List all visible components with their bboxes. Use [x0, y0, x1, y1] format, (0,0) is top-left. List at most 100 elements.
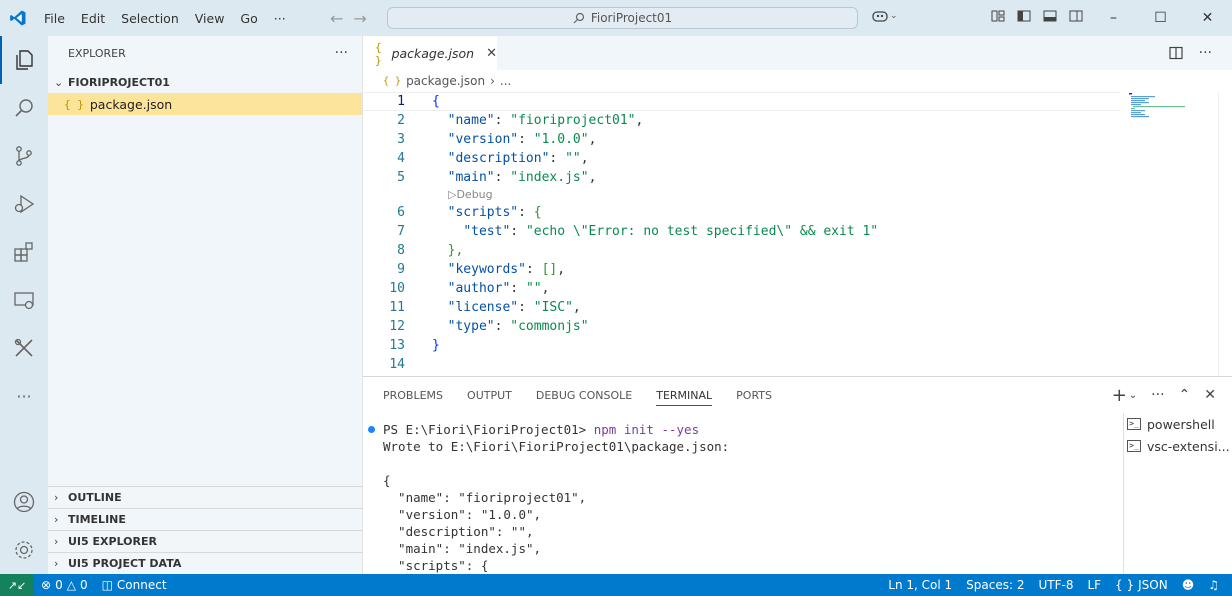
remote-indicator[interactable]: ↗↙ — [0, 574, 34, 596]
json-key: "description" — [447, 151, 550, 166]
section-outline[interactable]: › OUTLINE — [48, 486, 363, 508]
terminal-item-label: vsc-extensi... — [1147, 438, 1230, 454]
split-editor-icon[interactable] — [1169, 46, 1183, 60]
forward-arrow-icon[interactable]: → — [353, 9, 366, 28]
status-bar-right: Ln 1, Col 1 Spaces: 2 UTF-8 LF { } JSON … — [881, 574, 1226, 596]
menu-go[interactable]: Go — [232, 11, 265, 26]
indentation[interactable]: Spaces: 2 — [959, 578, 1031, 592]
editor-actions: ··· — [1169, 36, 1232, 70]
toggle-primary-sidebar-icon[interactable] — [1016, 8, 1032, 24]
tab-ports[interactable]: PORTS — [736, 389, 772, 402]
toggle-secondary-sidebar-icon[interactable] — [1068, 8, 1084, 24]
notifications-bell-icon[interactable]: ♫ — [1201, 578, 1226, 592]
json-file-icon: { } — [64, 97, 84, 111]
code-line: 7 "test": "echo \"Error: no test specifi… — [363, 222, 1120, 241]
settings-gear-icon[interactable] — [0, 526, 48, 574]
more-icon[interactable]: ··· — [0, 372, 48, 420]
chevron-down-icon[interactable]: ⌄ — [1129, 390, 1137, 401]
tab-terminal[interactable]: TERMINAL — [656, 385, 713, 406]
back-arrow-icon[interactable]: ← — [330, 9, 343, 28]
breadcrumb-file[interactable]: package.json — [406, 74, 485, 88]
connect-label: Connect — [116, 578, 167, 592]
json-value: "" — [525, 281, 542, 296]
code-line: 10 "author": "", — [363, 279, 1120, 298]
terminal-prompt-line: PS E:\Fiori\FioriProject01> npm init --y… — [368, 421, 729, 438]
toggle-panel-icon[interactable] — [1042, 8, 1058, 24]
remote-explorer-icon[interactable] — [0, 276, 48, 324]
editor-scrollbar[interactable] — [1218, 92, 1232, 376]
search-icon[interactable] — [0, 84, 48, 132]
breadcrumb-more[interactable]: ... — [500, 74, 511, 88]
account-icon[interactable] — [0, 478, 48, 526]
folder-label: FIORIPROJECT01 — [68, 75, 170, 89]
debug-codelens[interactable]: ▷Debug — [448, 188, 493, 204]
json-value: [] — [541, 262, 558, 277]
panel-more-icon[interactable]: ··· — [1151, 387, 1164, 403]
json-key: "scripts" — [447, 205, 519, 220]
source-control-icon[interactable] — [0, 132, 48, 180]
line-number: 1 — [397, 94, 405, 109]
menu-view[interactable]: View — [187, 11, 233, 26]
code-line: 1 { — [363, 92, 1120, 111]
language-mode[interactable]: { } JSON — [1108, 578, 1175, 592]
close-window-icon[interactable]: ✕ — [1184, 0, 1231, 36]
code-text: "version": "1.0.0", — [447, 132, 597, 147]
error-icon: ⊗ — [41, 578, 52, 592]
terminal-line: "scripts": { — [383, 558, 489, 573]
terminal-output[interactable]: PS E:\Fiori\FioriProject01> npm init --y… — [368, 421, 729, 574]
close-tab-icon[interactable]: ✕ — [486, 46, 497, 61]
minimize-icon[interactable]: – — [1090, 0, 1137, 36]
copilot-status-icon[interactable]: ☻ — [1175, 578, 1202, 592]
tab-package-json[interactable]: { } package.json ✕ — [363, 36, 497, 70]
code-text: "type": "commonjs" — [447, 319, 589, 334]
end-of-line[interactable]: LF — [1080, 578, 1108, 592]
extensions-icon[interactable] — [0, 228, 48, 276]
maximize-icon[interactable]: ☐ — [1137, 0, 1184, 36]
tab-problems[interactable]: PROBLEMS — [383, 389, 443, 402]
cursor-position[interactable]: Ln 1, Col 1 — [881, 578, 959, 592]
maximize-panel-icon[interactable]: ⌃ — [1179, 387, 1191, 403]
tab-output[interactable]: OUTPUT — [467, 389, 512, 402]
line-number: 6 — [397, 205, 405, 220]
menu-selection[interactable]: Selection — [113, 11, 187, 26]
copilot-button[interactable]: ⌄ — [872, 9, 898, 23]
remote-icon: ↗↙ — [7, 578, 27, 592]
menu-file[interactable]: File — [36, 11, 73, 26]
command-center[interactable]: FioriProject01 — [387, 7, 858, 29]
warning-icon: △ — [66, 578, 76, 592]
encoding[interactable]: UTF-8 — [1031, 578, 1080, 592]
activity-bar: ··· — [0, 36, 48, 574]
customize-layout-icon[interactable] — [990, 8, 1006, 24]
file-package-json[interactable]: { } package.json — [48, 93, 362, 115]
section-ui5-project-data[interactable]: › UI5 PROJECT DATA — [48, 552, 363, 574]
terminal-item-powershell[interactable]: >_ powershell — [1124, 413, 1232, 435]
line-number: 13 — [389, 338, 405, 353]
connect-status[interactable]: ◫ Connect — [95, 578, 174, 592]
code-line: 5 "main": "index.js", — [363, 168, 1120, 187]
section-timeline[interactable]: › TIMELINE — [48, 508, 363, 530]
close-panel-icon[interactable]: ✕ — [1204, 387, 1216, 403]
explorer-icon[interactable] — [0, 36, 48, 84]
terminal-line: "version": "1.0.0", — [383, 507, 542, 522]
editor-more-icon[interactable]: ··· — [1199, 45, 1212, 61]
sap-tools-icon[interactable] — [0, 324, 48, 372]
terminal-item-vsc-extension[interactable]: >_ vsc-extensi... — [1124, 435, 1232, 457]
run-debug-icon[interactable] — [0, 180, 48, 228]
terminal-prompt: PS E:\Fiori\FioriProject01> — [383, 422, 587, 437]
json-key: "license" — [447, 300, 519, 315]
menu-edit[interactable]: Edit — [73, 11, 113, 26]
tab-debug-console[interactable]: DEBUG CONSOLE — [536, 389, 632, 402]
menu-more[interactable]: ··· — [266, 11, 294, 26]
folder-fioriproject01[interactable]: ⌄ FIORIPROJECT01 — [48, 71, 362, 93]
code-text: "description": "", — [447, 151, 589, 166]
editor-area: { } package.json ✕ ··· { } package.json … — [363, 36, 1232, 376]
section-ui5-explorer[interactable]: › UI5 EXPLORER — [48, 530, 363, 552]
chevron-down-icon: ⌄ — [54, 75, 64, 89]
problems-status[interactable]: ⊗ 0 △ 0 — [34, 578, 95, 592]
explorer-more-button[interactable]: ··· — [335, 45, 348, 61]
code-text: "scripts": { — [447, 205, 542, 220]
new-terminal-icon[interactable]: + — [1112, 385, 1127, 406]
terminal-line: { — [383, 473, 391, 488]
vscode-logo-icon — [0, 0, 36, 36]
minimap[interactable] — [1129, 92, 1219, 122]
